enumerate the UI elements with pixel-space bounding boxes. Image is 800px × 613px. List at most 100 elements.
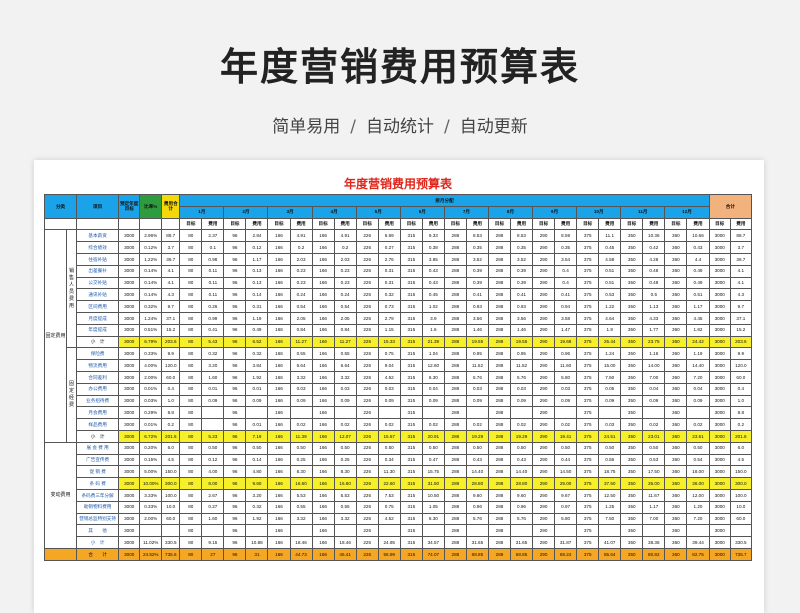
value-cell: 96 — [223, 465, 247, 479]
value-cell: 290 — [532, 477, 556, 490]
value-cell: 350 — [620, 311, 644, 325]
value-cell: 6.64 — [333, 359, 357, 372]
value-cell — [201, 524, 225, 538]
value-cell: 226 — [355, 536, 379, 549]
value-cell: 0.2 — [289, 241, 313, 254]
value-cell: 1.05 — [421, 500, 445, 514]
value-cell: 226 — [355, 418, 379, 431]
table-row: 业务招待费 3000 0.03% 1.0 80 0.09 96 0.09 166 0.09 166 0… — [45, 394, 753, 408]
value-cell: 21.39 — [421, 335, 445, 349]
value-cell: 0.01% — [139, 418, 163, 431]
row-item-label: 物流费用 — [76, 359, 120, 372]
header-target: 目标 — [443, 217, 467, 231]
value-cell: 9.60 — [245, 477, 269, 490]
value-cell: 166 — [267, 241, 291, 254]
value-cell: 1.47 — [554, 323, 578, 337]
value-cell: 375 — [576, 264, 600, 278]
value-cell: 315 — [399, 441, 423, 455]
value-cell: 226 — [355, 347, 379, 361]
value-cell: 7.53 — [377, 488, 401, 502]
value-cell: 226 — [355, 311, 379, 325]
value-cell — [333, 406, 357, 420]
table-row: 其 他 3000 80 96 166 166 226 315 288 288 290 375 350 36… — [45, 524, 753, 538]
value-cell: 3.33% — [139, 488, 163, 502]
value-cell — [554, 406, 578, 420]
value-cell: 360 — [664, 335, 688, 349]
row-item-label: 营销总监特别支持 — [76, 512, 120, 526]
value-cell: 350 — [620, 406, 644, 420]
value-cell: 375 — [576, 453, 600, 467]
value-cell: 0.96 — [465, 500, 489, 514]
value-cell: 288 — [487, 359, 512, 372]
value-cell: 16.60 — [289, 477, 313, 490]
header-target: 目标 — [487, 217, 512, 231]
value-cell: 0.32 — [245, 347, 269, 361]
value-cell: 288 — [443, 264, 467, 278]
value-cell: 166 — [311, 488, 335, 502]
value-cell: 5.53 — [333, 488, 357, 502]
value-cell — [377, 406, 401, 420]
value-cell: 5.80 — [554, 512, 578, 526]
value-cell: 0.24 — [289, 288, 313, 302]
header-target: 目标 — [576, 217, 600, 231]
value-cell: 288 — [443, 453, 467, 467]
value-cell: 375 — [576, 406, 600, 420]
value-cell: 288 — [487, 276, 512, 290]
value-cell: 350 — [620, 229, 644, 243]
value-cell: 4.28 — [642, 252, 666, 266]
value-cell: 288 — [487, 406, 512, 420]
value-cell: 226 — [355, 488, 379, 502]
value-cell: 288 — [487, 252, 512, 266]
value-cell: 375 — [576, 500, 600, 514]
value-cell: 375 — [576, 300, 600, 313]
value-cell: 4.3 — [729, 288, 753, 302]
value-cell: 8.8 — [161, 406, 181, 420]
value-cell — [421, 524, 445, 538]
value-cell: 96 — [223, 229, 247, 243]
value-cell: 3000 — [708, 441, 731, 455]
value-cell: 9.9 — [161, 347, 181, 361]
value-cell: 0.55 — [333, 347, 357, 361]
value-cell: 3.7 — [729, 241, 753, 254]
value-cell: 0.03 — [377, 382, 401, 396]
value-cell: 166 — [267, 536, 291, 549]
value-cell: 96 — [223, 453, 247, 467]
value-cell: 0.35 — [509, 241, 534, 254]
blank-cell — [161, 217, 181, 231]
value-cell: 10.00% — [139, 477, 163, 490]
value-cell: 80 — [179, 429, 203, 443]
value-cell — [289, 406, 313, 420]
group-variable-cost: 变动费用 — [43, 441, 78, 549]
value-cell: 8.53 — [465, 229, 489, 243]
value-cell: 226 — [355, 300, 379, 313]
value-cell: 80 — [179, 477, 203, 490]
value-cell: 36.00 — [686, 477, 710, 490]
value-cell: 360 — [664, 488, 688, 502]
value-cell: 735.6 — [161, 547, 181, 561]
value-cell: 96 — [223, 441, 247, 455]
value-cell: 0.95 — [509, 347, 534, 361]
value-cell: 360 — [664, 382, 688, 396]
value-cell: 15.67 — [377, 429, 401, 443]
header-expense: 费用 — [465, 217, 489, 231]
value-cell: 166 — [311, 276, 335, 290]
value-cell: 3000 — [708, 276, 731, 290]
value-cell: 315 — [399, 488, 423, 502]
value-cell: 288 — [443, 276, 467, 290]
value-cell: 96 — [223, 418, 247, 431]
value-cell: 360 — [664, 359, 688, 372]
budget-table: 分类 项目 预定年度目标 比率% 费用合计 按月分配 合计 1月 2月 3月 4月 5月 6月 7月 8月 9… — [43, 194, 753, 561]
value-cell: 0.25 — [289, 453, 313, 467]
value-cell: 68.85 — [465, 547, 489, 561]
value-cell: 288 — [487, 453, 512, 467]
value-cell: 290 — [532, 500, 556, 514]
value-cell: 0.43 — [421, 264, 445, 278]
value-cell — [686, 524, 710, 538]
value-cell: 0.50 — [289, 441, 313, 455]
value-cell: 0.48 — [642, 264, 666, 278]
value-cell — [598, 524, 622, 538]
value-cell: 4.5 — [729, 453, 753, 467]
value-cell: 0.09 — [465, 394, 489, 408]
value-cell: 0.45 — [421, 288, 445, 302]
table-row: 月会费用 3000 0.29% 8.8 80 96 166 166 226 315 288 288 29… — [45, 406, 753, 420]
